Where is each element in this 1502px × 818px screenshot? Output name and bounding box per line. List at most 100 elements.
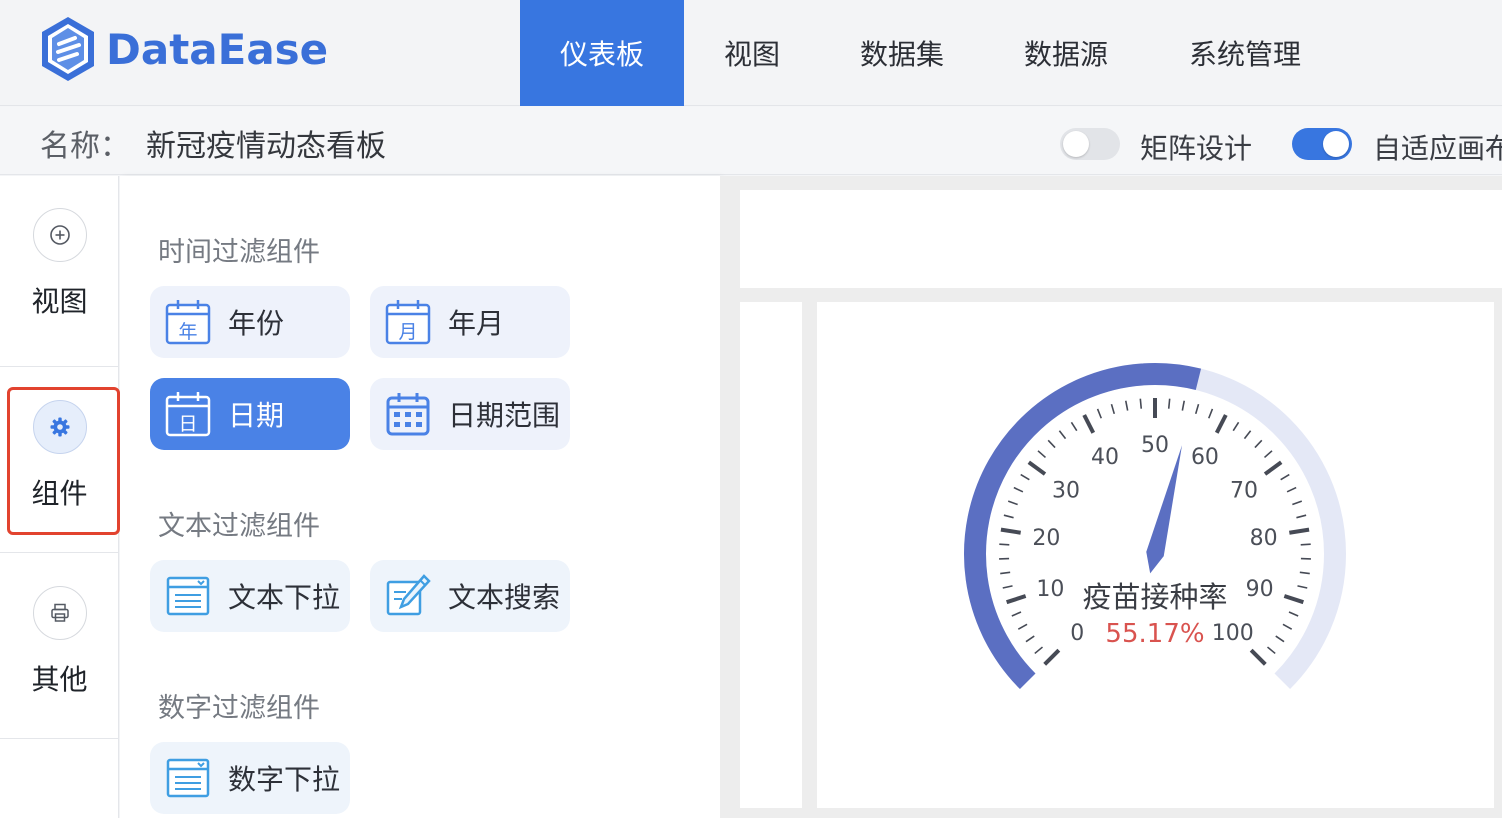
calendar-year-icon: 年 (164, 298, 212, 346)
gauge-minor-tick (1286, 486, 1297, 493)
gauge-minor-tick (1124, 400, 1129, 411)
component-label: 数字下拉 (228, 763, 341, 796)
gauge-minor-tick (1139, 398, 1143, 409)
component-year-month[interactable]: 月 年月 (370, 286, 570, 358)
gauge-minor-tick (1280, 473, 1290, 481)
gauge-minor-tick (1007, 500, 1018, 506)
section-title-text: 文本过滤组件 (158, 511, 320, 542)
gauge-minor-tick (1181, 400, 1186, 411)
gauge-tick-label: 60 (1191, 445, 1219, 470)
gauge-major-tick (1214, 414, 1228, 434)
toggle-knob (1323, 131, 1349, 157)
gauge-major-tick (1283, 594, 1304, 605)
gauge-minor-tick (1025, 635, 1035, 643)
matrix-design-toggle[interactable] (1060, 128, 1120, 160)
dashboard-name-bar: 名称： 新冠疫情动态看板 矩阵设计 自适应画布 (0, 107, 1502, 175)
component-label: 日期范围 (448, 399, 561, 432)
gauge-tick-label: 80 (1250, 526, 1278, 551)
gauge-tick-label: 70 (1230, 478, 1258, 503)
gauge-minor-tick (1000, 571, 1011, 575)
rail-divider (0, 366, 119, 367)
gauge-minor-tick (1110, 403, 1116, 415)
gauge-major-tick (1082, 414, 1096, 434)
canvas-top-area[interactable] (740, 190, 1502, 288)
dashboard-name: 新冠疫情动态看板 (146, 129, 386, 164)
dataease-logo-icon (42, 17, 94, 81)
nav-item-dataset[interactable]: 数据集 (820, 0, 984, 106)
rail-item-other[interactable]: 其他 (0, 586, 119, 698)
component-text-dropdown[interactable]: 文本下拉 (150, 560, 350, 632)
gauge-minor-tick (1020, 473, 1030, 481)
component-label: 年月 (448, 307, 505, 340)
nav-item-dashboard[interactable]: 仪表板 (520, 0, 684, 106)
gauge-minor-tick (1194, 403, 1200, 415)
gauge-tick-label: 100 (1212, 621, 1254, 646)
print-icon (32, 586, 87, 640)
app-root: DataEase 仪表板 视图 数据集 数据源 系统管理 名称： 新冠疫情动态看… (0, 0, 1502, 818)
logo-text: DataEase (106, 24, 329, 74)
adaptive-canvas-label: 自适应画布 (1373, 132, 1502, 165)
component-label: 文本搜索 (448, 581, 561, 614)
gauge-minor-tick (1288, 611, 1299, 617)
gauge-major-tick (1043, 648, 1061, 666)
component-label: 年份 (228, 307, 285, 340)
gauge-minor-tick (1232, 421, 1240, 432)
rail-label-view: 视图 (31, 285, 88, 318)
nav-item-view[interactable]: 视图 (684, 0, 820, 106)
svg-text:日: 日 (178, 413, 197, 435)
gauge-minor-tick (1047, 439, 1056, 449)
gauge-minor-tick (1208, 408, 1214, 419)
component-year[interactable]: 年 年份 (150, 286, 350, 358)
gauge-value: 55.17% (1105, 619, 1204, 649)
gauge-minor-tick (1096, 408, 1102, 419)
edit-search-icon (384, 572, 432, 620)
gauge-minor-tick (1292, 500, 1303, 506)
rail-item-view[interactable]: 视图 (0, 208, 119, 320)
gauge-title: 疫苗接种率 (1082, 580, 1227, 614)
calendar-month-icon: 月 (384, 298, 432, 346)
gauge-minor-tick (1034, 646, 1044, 655)
gauge-major-tick (1263, 460, 1283, 476)
component-number-dropdown[interactable]: 数字下拉 (150, 742, 350, 814)
gauge-minor-tick (1263, 450, 1273, 459)
nav-item-system[interactable]: 系统管理 (1148, 0, 1342, 106)
selection-highlight (7, 387, 120, 535)
gauge-major-tick (1027, 460, 1047, 476)
component-date-range[interactable]: 日期范围 (370, 378, 570, 450)
rail-divider (0, 552, 119, 553)
gauge-tick-label: 50 (1141, 433, 1169, 458)
nav-item-datasource[interactable]: 数据源 (984, 0, 1148, 106)
gauge-tick-label: 30 (1052, 478, 1080, 503)
rail-divider (0, 738, 119, 739)
main-nav: 仪表板 视图 数据集 数据源 系统管理 (520, 0, 1342, 106)
gauge-card[interactable]: 0 10 20 30 40 50 60 70 80 90 100 疫苗接种率 55.17% (817, 302, 1494, 808)
gauge-pointer (1146, 445, 1183, 574)
logo[interactable]: DataEase (38, 14, 328, 84)
component-label: 文本下拉 (228, 581, 341, 614)
gauge-major-tick (1006, 594, 1027, 605)
gauge-minor-tick (1297, 585, 1308, 589)
gauge-minor-tick (1296, 514, 1307, 519)
adaptive-canvas-toggle[interactable] (1292, 128, 1352, 160)
name-label: 名称： (40, 129, 130, 164)
canvas-card-left[interactable] (740, 302, 802, 808)
svg-text:月: 月 (398, 321, 417, 343)
gauge-minor-tick (1167, 398, 1171, 409)
matrix-design-label: 矩阵设计 (1140, 132, 1253, 165)
svg-text:年: 年 (178, 321, 197, 343)
gauge-tick-label: 20 (1032, 526, 1060, 551)
component-text-search[interactable]: 文本搜索 (370, 560, 570, 632)
gauge-minor-tick (999, 543, 1010, 546)
toggle-knob (1063, 131, 1089, 157)
plus-circle-icon (32, 208, 87, 262)
gauge-minor-tick (1017, 623, 1028, 630)
list-dropdown-icon (164, 754, 212, 802)
gauge-minor-tick (1011, 611, 1022, 617)
gauge-minor-tick (1282, 623, 1293, 630)
component-date[interactable]: 日 日期 (150, 378, 350, 450)
section-title-number: 数字过滤组件 (158, 693, 320, 724)
gauge-tick-label: 40 (1091, 445, 1119, 470)
gauge-minor-tick (1300, 543, 1311, 546)
gauge-tick-label: 10 (1036, 577, 1064, 602)
gauge-minor-tick (1299, 571, 1310, 575)
